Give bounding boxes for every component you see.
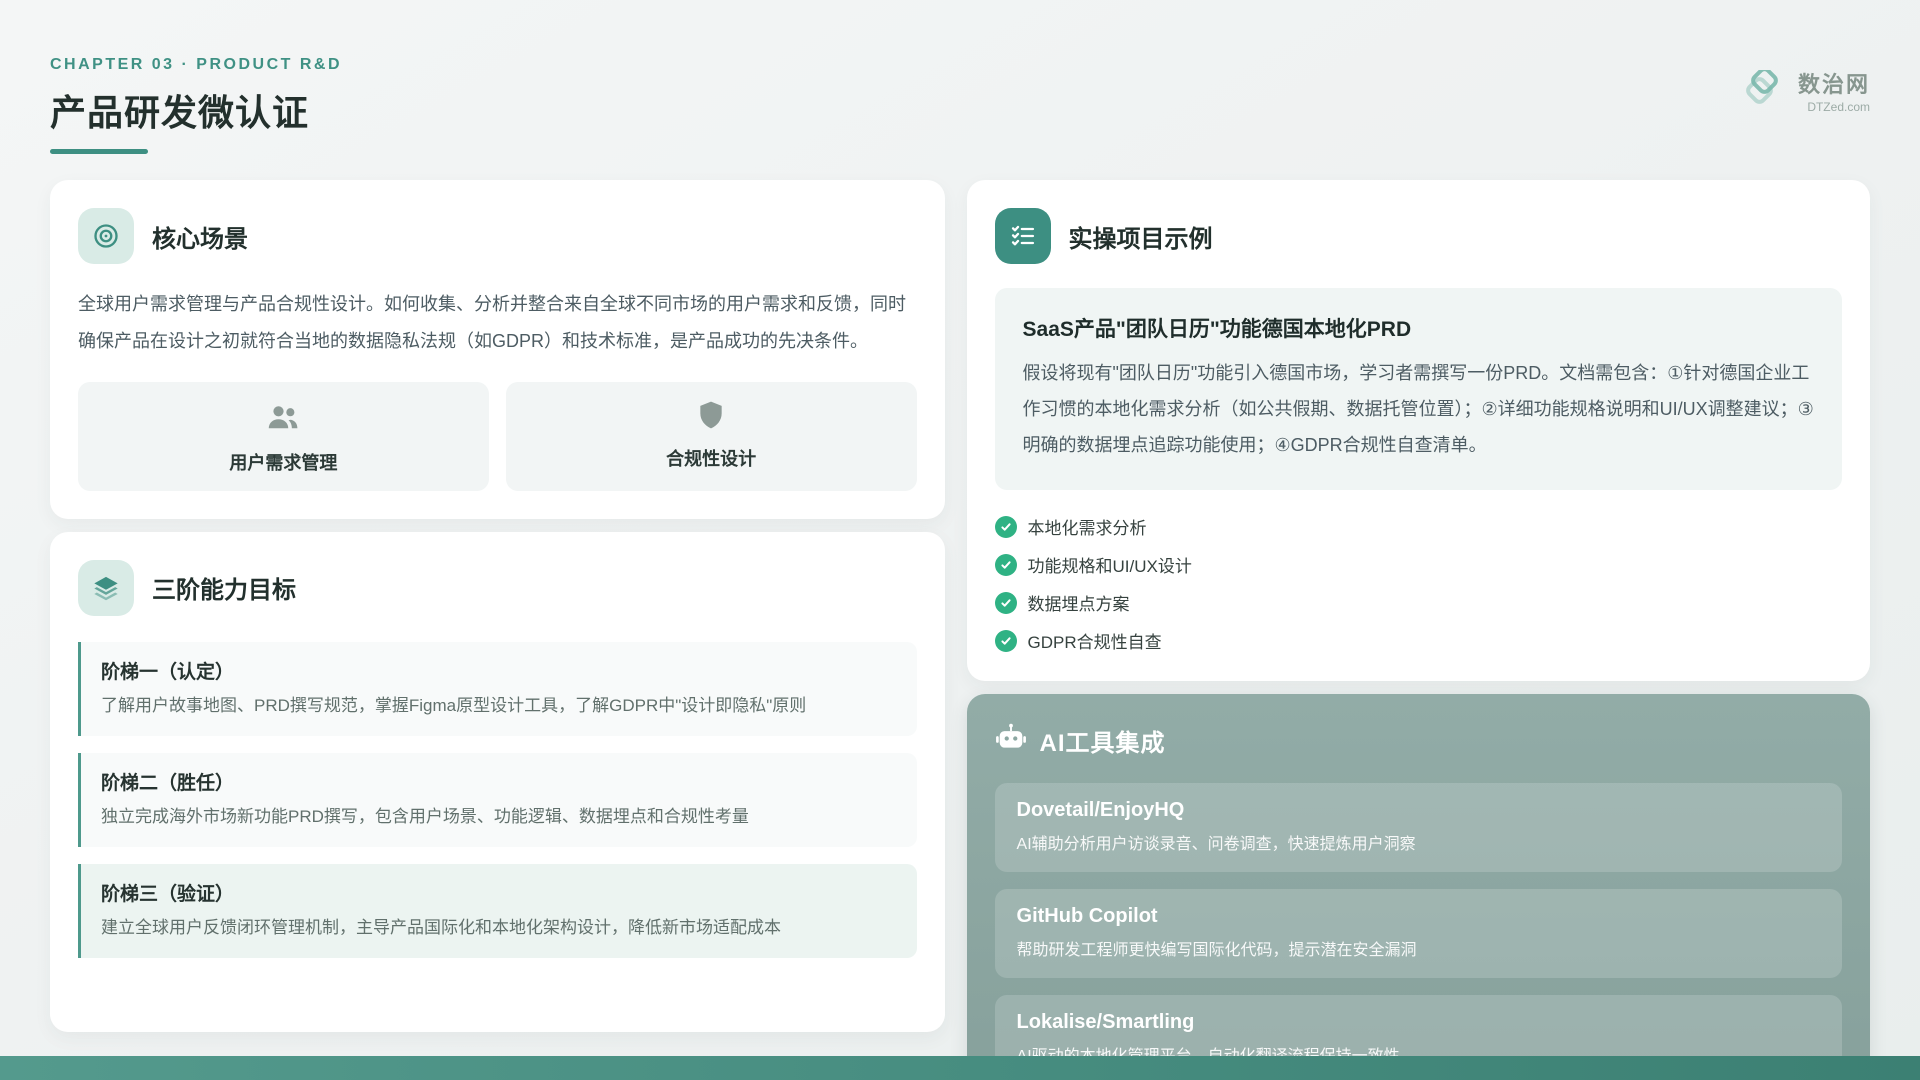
tier-title: 阶梯三（验证）: [101, 879, 897, 906]
title-underline: [50, 149, 148, 154]
bottom-accent-bar: [0, 1056, 1920, 1080]
core-scenario-title: 核心场景: [152, 219, 248, 254]
tool-name: Lokalise/Smartling: [1017, 1011, 1820, 1034]
project-header: 实操项目示例: [995, 208, 1842, 264]
project-name: SaaS产品"团队日历"功能德国本地化PRD: [1023, 313, 1814, 343]
tier-description: 独立完成海外市场新功能PRD撰写，包含用户场景、功能逻辑、数据埋点和合规性考量: [101, 803, 897, 831]
brand-logo-text: 数治网 DTZed.com: [1798, 73, 1870, 113]
tier-title: 阶梯一（认定）: [101, 657, 897, 684]
tag-user-needs: 用户需求管理: [78, 382, 489, 491]
tier-description: 建立全球用户反馈闭环管理机制，主导产品国际化和本地化架构设计，降低新市场适配成本: [101, 914, 897, 942]
project-brief: SaaS产品"团队日历"功能德国本地化PRD 假设将现有"团队日历"功能引入德国…: [995, 288, 1842, 490]
check-circle-icon: [995, 592, 1017, 614]
tag-label: 用户需求管理: [229, 449, 337, 475]
tool-name: Dovetail/EnjoyHQ: [1017, 799, 1820, 822]
tool-description: AI辅助分析用户访谈录音、问卷调查，快速提炼用户洞察: [1017, 830, 1820, 854]
checklist-label: 数据埋点方案: [1028, 590, 1130, 615]
core-scenario-header: 核心场景: [78, 208, 917, 264]
check-circle-icon: [995, 516, 1017, 538]
capability-header: 三阶能力目标: [78, 560, 917, 616]
checklist-icon: [995, 208, 1051, 264]
brand-logo[interactable]: 数治网 DTZed.com: [1740, 70, 1870, 117]
checklist-label: 本地化需求分析: [1028, 514, 1147, 539]
target-icon: [78, 208, 134, 264]
content-grid: 核心场景 全球用户需求管理与产品合规性设计。如何收集、分析并整合来自全球不同市场…: [50, 180, 1870, 1080]
checklist-item: 数据埋点方案: [995, 590, 1842, 615]
page-header: CHAPTER 03 · PRODUCT R&D 产品研发微认证 数治网 DTZ…: [50, 56, 1870, 154]
left-column: 核心场景 全球用户需求管理与产品合规性设计。如何收集、分析并整合来自全球不同市场…: [50, 180, 945, 1032]
checklist-label: GDPR合规性自查: [1028, 628, 1162, 653]
right-column: 实操项目示例 SaaS产品"团队日历"功能德国本地化PRD 假设将现有"团队日历…: [967, 180, 1870, 1080]
capability-title: 三阶能力目标: [152, 570, 296, 605]
header-titles: CHAPTER 03 · PRODUCT R&D 产品研发微认证: [50, 56, 342, 154]
tool-name: GitHub Copilot: [1017, 905, 1820, 928]
ai-tools-panel: AI工具集成 Dovetail/EnjoyHQ AI辅助分析用户访谈录音、问卷调…: [967, 694, 1870, 1080]
layers-icon: [78, 560, 134, 616]
check-circle-icon: [995, 630, 1017, 652]
core-scenario-card: 核心场景 全球用户需求管理与产品合规性设计。如何收集、分析并整合来自全球不同市场…: [50, 180, 945, 519]
tag-label: 合规性设计: [666, 445, 756, 471]
checklist-item: 功能规格和UI/UX设计: [995, 552, 1842, 577]
ai-tools-header: AI工具集成: [995, 722, 1842, 759]
brand-name: 数治网: [1798, 73, 1870, 97]
check-circle-icon: [995, 554, 1017, 576]
project-example-card: 实操项目示例 SaaS产品"团队日历"功能德国本地化PRD 假设将现有"团队日历…: [967, 180, 1870, 681]
tier-item-1: 阶梯一（认定） 了解用户故事地图、PRD撰写规范，掌握Figma原型设计工具，了…: [78, 642, 917, 736]
deliverable-checklist: 本地化需求分析 功能规格和UI/UX设计 数据埋点方案: [995, 514, 1842, 653]
checklist-label: 功能规格和UI/UX设计: [1028, 552, 1192, 577]
slide-page: CHAPTER 03 · PRODUCT R&D 产品研发微认证 数治网 DTZ…: [0, 0, 1920, 1080]
brand-domain: DTZed.com: [1807, 101, 1870, 114]
tool-card-dovetail: Dovetail/EnjoyHQ AI辅助分析用户访谈录音、问卷调查，快速提炼用…: [995, 783, 1842, 872]
tier-list: 阶梯一（认定） 了解用户故事地图、PRD撰写规范，掌握Figma原型设计工具，了…: [78, 642, 917, 958]
tier-item-3: 阶梯三（验证） 建立全球用户反馈闭环管理机制，主导产品国际化和本地化架构设计，降…: [78, 864, 917, 958]
tier-description: 了解用户故事地图、PRD撰写规范，掌握Figma原型设计工具，了解GDPR中"设…: [101, 692, 897, 720]
chapter-label: CHAPTER 03 · PRODUCT R&D: [50, 56, 342, 74]
page-title: 产品研发微认证: [50, 84, 342, 136]
brand-logo-icon: [1740, 70, 1788, 117]
project-description: 假设将现有"团队日历"功能引入德国市场，学习者需撰写一份PRD。文档需包含：①针…: [1023, 355, 1814, 463]
tier-title: 阶梯二（胜任）: [101, 768, 897, 795]
tier-item-2: 阶梯二（胜任） 独立完成海外市场新功能PRD撰写，包含用户场景、功能逻辑、数据埋…: [78, 753, 917, 847]
checklist-item: GDPR合规性自查: [995, 628, 1842, 653]
checklist-item: 本地化需求分析: [995, 514, 1842, 539]
tool-card-copilot: GitHub Copilot 帮助研发工程师更快编写国际化代码，提示潜在安全漏洞: [995, 889, 1842, 978]
core-scenario-description: 全球用户需求管理与产品合规性设计。如何收集、分析并整合来自全球不同市场的用户需求…: [78, 286, 917, 360]
tag-compliance: 合规性设计: [506, 382, 917, 491]
scenario-tags: 用户需求管理 合规性设计: [78, 382, 917, 491]
robot-icon: [995, 722, 1027, 759]
shield-icon: [695, 399, 727, 436]
tool-description: 帮助研发工程师更快编写国际化代码，提示潜在安全漏洞: [1017, 936, 1820, 960]
project-title: 实操项目示例: [1069, 219, 1213, 254]
users-icon: [265, 399, 301, 440]
ai-tools-title: AI工具集成: [1040, 723, 1166, 758]
capability-card: 三阶能力目标 阶梯一（认定） 了解用户故事地图、PRD撰写规范，掌握Figma原…: [50, 532, 945, 1032]
